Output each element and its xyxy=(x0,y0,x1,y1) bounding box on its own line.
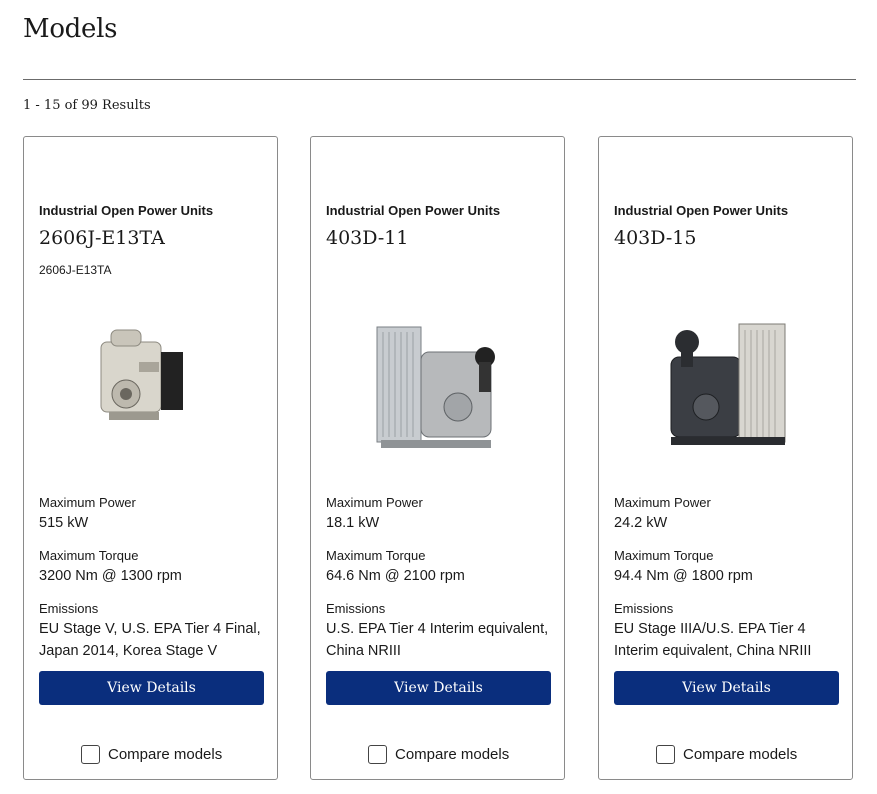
max-torque-value: 3200 Nm @ 1300 rpm xyxy=(39,568,182,584)
emissions-label: Emissions xyxy=(39,601,99,616)
compare-models-checkbox[interactable]: Compare models xyxy=(656,745,797,764)
emissions-label: Emissions xyxy=(326,601,386,616)
emissions-label: Emissions xyxy=(614,601,674,616)
emissions-value: EU Stage V, U.S. EPA Tier 4 Final, Japan… xyxy=(39,621,261,659)
page-title: Models xyxy=(23,14,118,44)
compare-models-checkbox[interactable]: Compare models xyxy=(81,745,222,764)
model-card: Industrial Open Power Units 2606J-E13TA … xyxy=(23,136,278,780)
checkbox-icon[interactable] xyxy=(368,745,387,764)
engine-image xyxy=(91,312,211,437)
engine-image xyxy=(363,312,513,467)
checkbox-icon[interactable] xyxy=(81,745,100,764)
divider xyxy=(23,79,856,80)
max-power-label: Maximum Power xyxy=(326,495,423,510)
card-model-subtitle: 2606J-E13TA xyxy=(39,263,112,277)
model-card: Industrial Open Power Units 403D-11 Maxi… xyxy=(310,136,565,780)
max-power-value: 515 kW xyxy=(39,515,89,531)
emissions-value: U.S. EPA Tier 4 Interim equivalent, Chin… xyxy=(326,621,549,659)
max-torque-label: Maximum Torque xyxy=(614,548,714,563)
view-details-button[interactable]: View Details xyxy=(39,671,264,705)
compare-label: Compare models xyxy=(683,746,798,763)
view-details-button[interactable]: View Details xyxy=(326,671,551,705)
max-torque-label: Maximum Torque xyxy=(326,548,426,563)
emissions-value: EU Stage IIIA/U.S. EPA Tier 4 Interim eq… xyxy=(614,621,812,659)
view-details-button[interactable]: View Details xyxy=(614,671,839,705)
engine-image xyxy=(651,312,801,467)
max-torque-value: 64.6 Nm @ 2100 rpm xyxy=(326,568,465,584)
max-power-label: Maximum Power xyxy=(614,495,711,510)
max-torque-label: Maximum Torque xyxy=(39,548,139,563)
model-card: Industrial Open Power Units 403D-15 Maxi… xyxy=(598,136,853,780)
results-count: 1 - 15 of 99 Results xyxy=(23,98,151,113)
compare-label: Compare models xyxy=(108,746,223,763)
card-category: Industrial Open Power Units xyxy=(39,203,214,218)
card-model-name[interactable]: 403D-15 xyxy=(614,227,696,249)
max-torque-value: 94.4 Nm @ 1800 rpm xyxy=(614,568,753,584)
max-power-value: 18.1 kW xyxy=(326,515,380,531)
card-model-name[interactable]: 403D-11 xyxy=(326,227,408,249)
card-model-name[interactable]: 2606J-E13TA xyxy=(39,227,165,249)
compare-label: Compare models xyxy=(395,746,510,763)
checkbox-icon[interactable] xyxy=(656,745,675,764)
max-power-value: 24.2 kW xyxy=(614,515,668,531)
card-category: Industrial Open Power Units xyxy=(326,203,501,218)
max-power-label: Maximum Power xyxy=(39,495,136,510)
compare-models-checkbox[interactable]: Compare models xyxy=(368,745,509,764)
card-category: Industrial Open Power Units xyxy=(614,203,789,218)
